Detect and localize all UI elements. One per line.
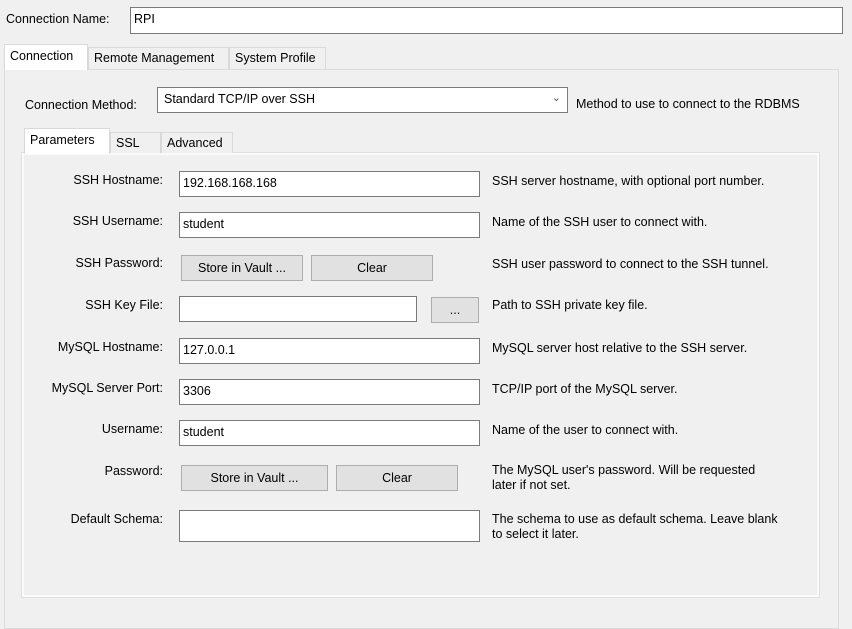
tab-advanced[interactable]: Advanced xyxy=(161,132,233,153)
username-input[interactable]: student xyxy=(179,420,480,446)
default-schema-description: The schema to use as default schema. Lea… xyxy=(492,512,778,541)
ssh-password-description: SSH user password to connect to the SSH … xyxy=(492,257,769,271)
ssh-key-file-input[interactable] xyxy=(179,296,417,322)
ssh-username-label: SSH Username: xyxy=(72,214,163,228)
mysql-port-input[interactable]: 3306 xyxy=(179,379,480,405)
password-label: Password: xyxy=(104,464,163,478)
mysql-port-description: TCP/IP port of the MySQL server. xyxy=(492,382,678,396)
clear-password-button[interactable]: Clear xyxy=(336,465,458,491)
tab-connection[interactable]: Connection xyxy=(4,44,88,70)
ssh-clear-password-button[interactable]: Clear xyxy=(311,255,433,281)
mysql-hostname-label: MySQL Hostname: xyxy=(57,340,163,354)
ssh-password-label: SSH Password: xyxy=(75,256,163,270)
ssh-key-file-description: Path to SSH private key file. xyxy=(492,298,648,312)
store-in-vault-button[interactable]: Store in Vault ... xyxy=(181,465,328,491)
connection-name-label: Connection Name: xyxy=(6,12,110,26)
tab-parameters[interactable]: Parameters xyxy=(24,128,110,154)
ssh-store-in-vault-button[interactable]: Store in Vault ... xyxy=(181,255,303,281)
connection-method-select[interactable]: Standard TCP/IP over SSH ⌄ xyxy=(157,87,568,113)
password-description: The MySQL user's password. Will be reque… xyxy=(492,463,756,492)
ssh-hostname-label: SSH Hostname: xyxy=(73,173,163,187)
ssh-hostname-input[interactable]: 192.168.168.168 xyxy=(179,171,480,197)
connection-method-description: Method to use to connect to the RDBMS xyxy=(576,97,800,111)
default-schema-label: Default Schema: xyxy=(70,512,163,526)
browse-key-file-button[interactable]: ... xyxy=(431,297,479,323)
ssh-key-file-label: SSH Key File: xyxy=(85,298,163,312)
ssh-username-input[interactable]: student xyxy=(179,212,480,238)
mysql-port-label: MySQL Server Port: xyxy=(51,381,163,395)
default-schema-input[interactable] xyxy=(179,510,480,542)
chevron-down-icon: ⌄ xyxy=(551,92,561,104)
mysql-hostname-input[interactable]: 127.0.0.1 xyxy=(179,338,480,364)
username-label: Username: xyxy=(101,422,163,436)
mysql-hostname-description: MySQL server host relative to the SSH se… xyxy=(492,341,748,355)
tab-ssl[interactable]: SSL xyxy=(110,132,161,153)
tab-remote-management[interactable]: Remote Management xyxy=(88,47,229,69)
connection-name-input[interactable]: RPI xyxy=(130,7,843,34)
tab-system-profile[interactable]: System Profile xyxy=(229,47,326,69)
ssh-hostname-description: SSH server hostname, with optional port … xyxy=(492,174,765,188)
ssh-username-description: Name of the SSH user to connect with. xyxy=(492,215,708,229)
username-description: Name of the user to connect with. xyxy=(492,423,679,437)
connection-method-value: Standard TCP/IP over SSH xyxy=(164,92,316,106)
connection-method-label: Connection Method: xyxy=(25,98,137,112)
